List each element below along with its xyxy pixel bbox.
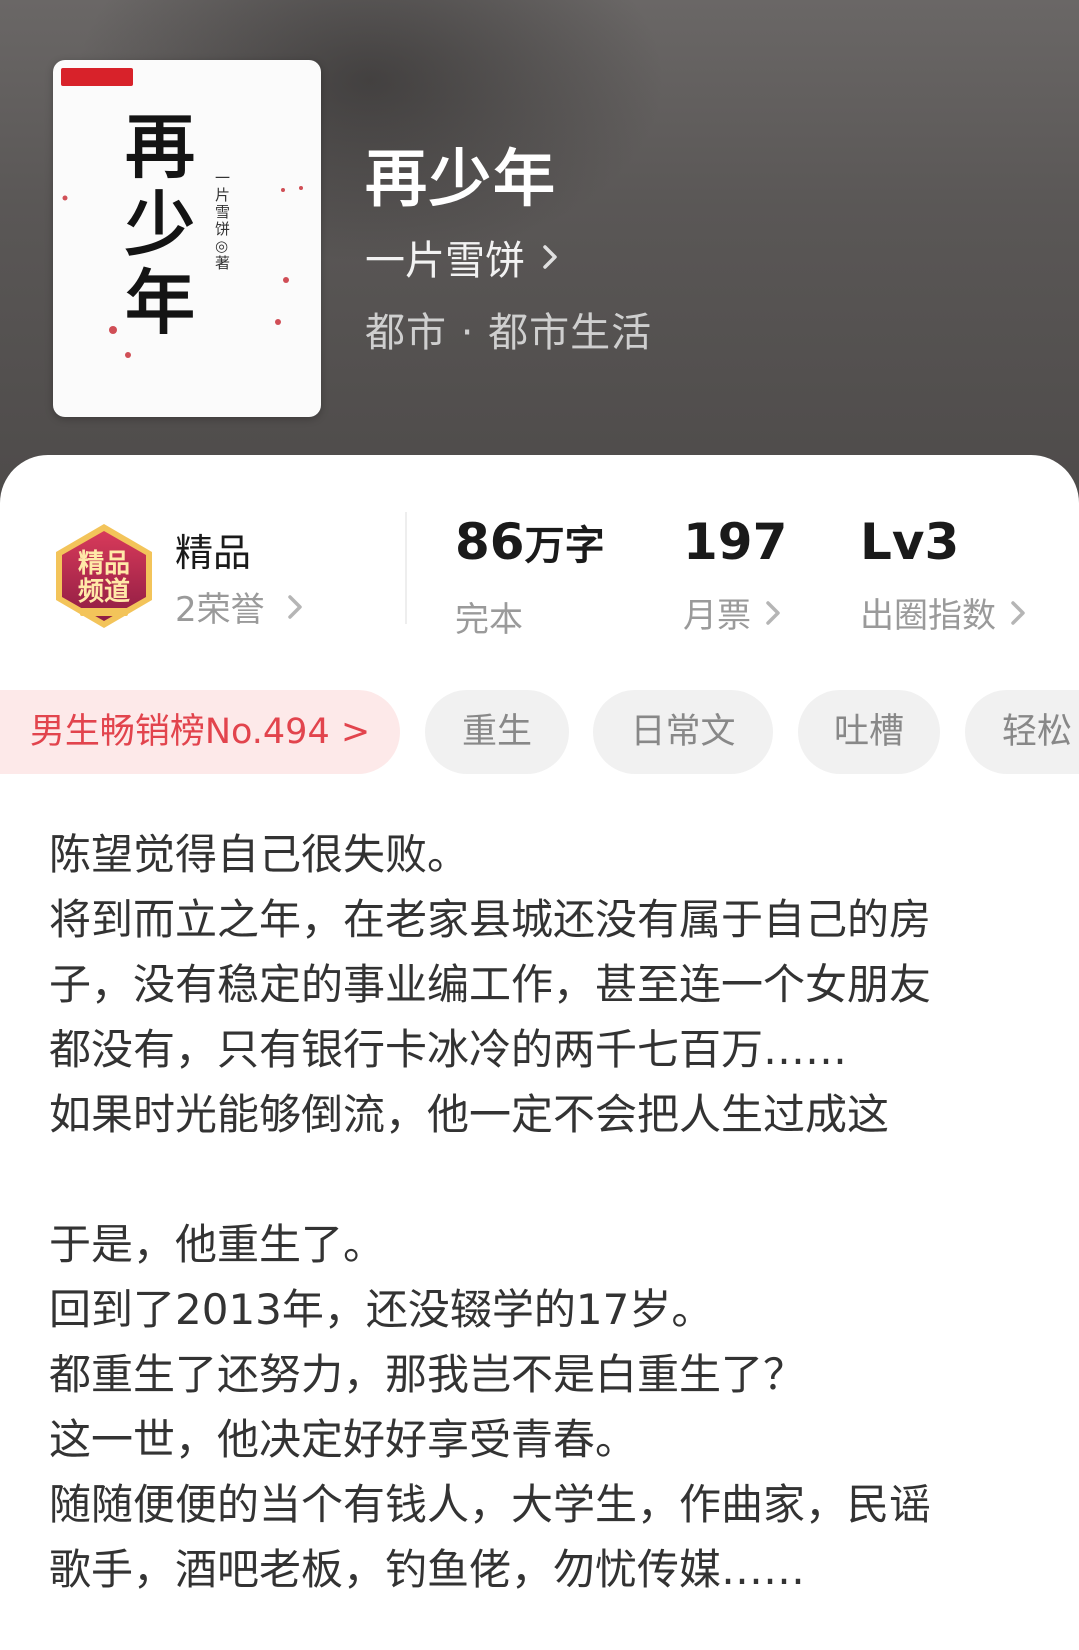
synopsis-line: 将到而立之年，在老家县城还没有属于自己的房 bbox=[49, 895, 932, 944]
cover-author-line: 一片雪饼◎著 bbox=[215, 169, 231, 272]
word-count-unit: 万字 bbox=[524, 523, 605, 569]
stat-breakout-index[interactable]: Lv3 出圈指数 bbox=[860, 512, 1026, 637]
honor-link[interactable]: 2荣誉 bbox=[175, 582, 303, 631]
synopsis-line: 都重生了还努力，那我岂不是白重生了？ bbox=[49, 1350, 806, 1399]
stat-word-count: 86万字 完本 bbox=[455, 512, 605, 641]
synopsis-line: 随随便便的当个有钱人，大学生，作曲家，民谣 bbox=[49, 1480, 932, 1529]
book-genre: 都市 · 都市生活 bbox=[365, 310, 653, 356]
synopsis-line: 歌手，酒吧老板，钓鱼佬，勿忧传媒…… bbox=[49, 1545, 806, 1594]
monthly-ticket-label: 月票 bbox=[683, 596, 751, 636]
honor-count: 2荣誉 bbox=[175, 590, 265, 630]
tag-item[interactable]: 轻松 bbox=[965, 690, 1079, 774]
honor-emblem-icon[interactable]: 精品频道 bbox=[50, 522, 158, 630]
book-cover[interactable]: 再少年 一片雪饼◎著 bbox=[53, 60, 321, 417]
rank-tag[interactable]: 男生畅销榜No.494 > bbox=[0, 690, 400, 774]
monthly-ticket-count: 197 bbox=[683, 513, 788, 571]
synopsis-line: 子，没有稳定的事业编工作，甚至连一个女朋友 bbox=[49, 960, 932, 1009]
breakout-level: Lv3 bbox=[860, 513, 960, 571]
author-name: 一片雪饼 bbox=[365, 238, 525, 284]
synopsis-line: 于是，他重生了。 bbox=[49, 1220, 386, 1269]
author-link[interactable]: 一片雪饼 bbox=[365, 228, 559, 286]
synopsis-line: 都没有，只有银行卡冰冷的两千七百万…… bbox=[49, 1025, 848, 1074]
completion-status: 完本 bbox=[455, 600, 523, 640]
chevron-right-icon bbox=[543, 245, 557, 269]
tag-item[interactable]: 吐槽 bbox=[798, 690, 940, 774]
tag-item[interactable]: 日常文 bbox=[593, 690, 773, 774]
tag-item[interactable]: 重生 bbox=[425, 690, 569, 774]
breakout-index-label: 出圈指数 bbox=[860, 596, 996, 636]
synopsis-gap bbox=[49, 1147, 1049, 1212]
synopsis-line: 如果时光能够倒流，他一定不会把人生过成这 bbox=[49, 1090, 890, 1139]
synopsis-line: 这一世，他决定好好享受青春。 bbox=[49, 1415, 638, 1464]
book-title: 再少年 bbox=[365, 142, 558, 215]
tag-row: 男生畅销榜No.494 > 重生 日常文 吐槽 轻松 bbox=[0, 690, 1079, 774]
stat-monthly-tickets[interactable]: 197 月票 bbox=[683, 512, 787, 637]
word-count-number: 86 bbox=[455, 513, 525, 571]
chevron-right-icon bbox=[1011, 600, 1025, 625]
chevron-right-icon bbox=[287, 594, 302, 619]
synopsis-line: 陈望觉得自己很失败。 bbox=[49, 830, 470, 879]
synopsis-line: 回到了2013年，还没辍学的17岁。 bbox=[49, 1285, 714, 1334]
honor-title: 精品 bbox=[175, 531, 252, 575]
chevron-right-icon bbox=[766, 600, 780, 625]
divider bbox=[405, 512, 407, 624]
cover-title-art: 再少年 bbox=[125, 105, 195, 344]
honor-emblem-text: 精品频道 bbox=[77, 549, 130, 607]
book-synopsis: 陈望觉得自己很失败。 将到而立之年，在老家县城还没有属于自己的房 子，没有稳定的… bbox=[49, 822, 1049, 1602]
